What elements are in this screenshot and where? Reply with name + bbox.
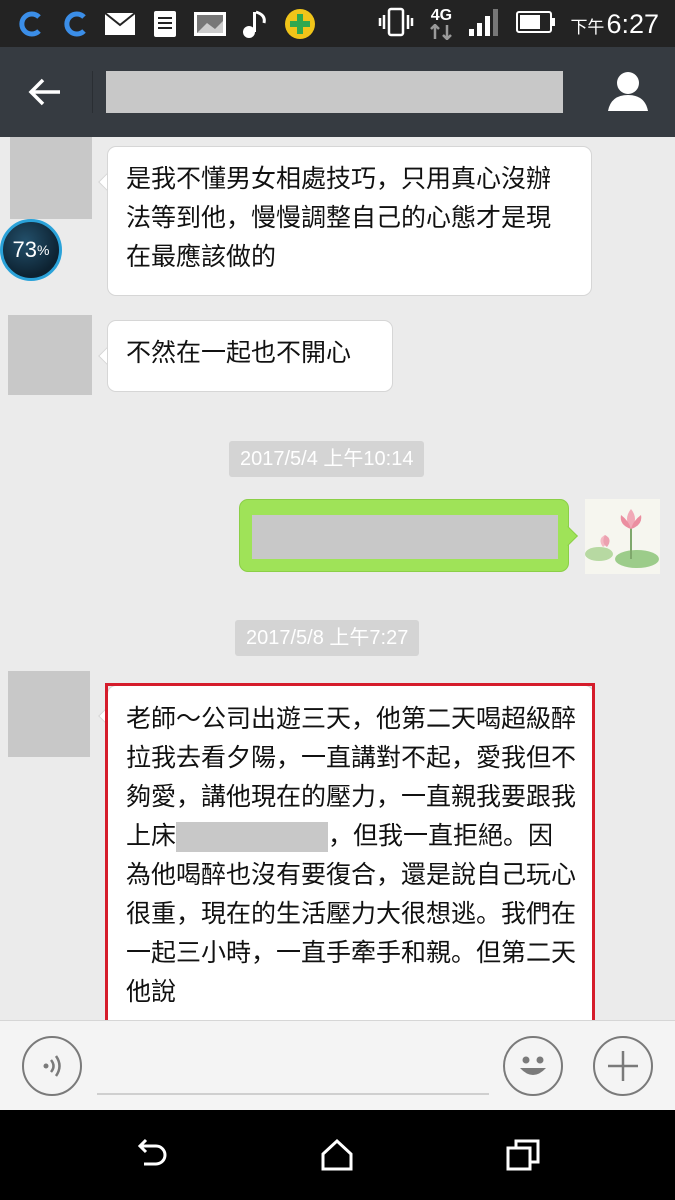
time-prefix: 下午 [570, 17, 605, 37]
vibrate-icon [378, 7, 414, 41]
title-bar [0, 47, 675, 137]
clock: 下午6:27 [570, 9, 659, 40]
document-icon [147, 8, 183, 40]
plus-button[interactable] [593, 1036, 653, 1096]
message-text: 是我不懂男女相處技巧，只用真心沒辦法等到他，慢慢調整自己的心態才是現在最應該做的 [126, 164, 552, 271]
recents-icon [506, 1139, 540, 1171]
title-divider [92, 71, 93, 113]
avatar[interactable] [8, 315, 92, 395]
message-text: 不然在一起也不開心 [126, 338, 352, 367]
mail-icon [102, 8, 138, 40]
message-text-redacted [252, 515, 558, 559]
voice-button[interactable] [22, 1036, 82, 1096]
avatar[interactable] [8, 671, 90, 757]
message-input[interactable] [97, 1041, 489, 1093]
network-type: 4G [430, 7, 453, 24]
signal-icon [468, 7, 502, 41]
home-icon [321, 1138, 353, 1171]
status-bar: 4G 下午6:27 [0, 0, 675, 47]
system-nav-bar [0, 1110, 675, 1200]
music-icon [237, 8, 273, 40]
back-button[interactable] [20, 69, 70, 115]
emoji-button[interactable] [503, 1036, 563, 1096]
person-icon [608, 72, 648, 111]
highlight-box [105, 683, 595, 1020]
avatar[interactable] [10, 137, 92, 219]
time: 6:27 [606, 8, 659, 39]
badge-unit: % [37, 242, 50, 258]
my-avatar[interactable] [585, 499, 660, 574]
page-title [106, 71, 563, 113]
profile-button[interactable] [603, 67, 653, 117]
nav-recents-button[interactable] [498, 1135, 548, 1175]
message-bubble[interactable]: 是我不懂男女相處技巧，只用真心沒辦法等到他，慢慢調整自己的心態才是現在最應該做的 [107, 146, 592, 296]
add-app-icon [282, 8, 318, 40]
timestamp: 2017/5/8 上午7:27 [235, 620, 420, 656]
sent-message-bubble[interactable] [239, 499, 569, 572]
plus-icon [608, 1051, 638, 1081]
back-icon [137, 1138, 167, 1166]
chat-area[interactable]: 73% 是我不懂男女相處技巧，只用真心沒辦法等到他，慢慢調整自己的心態才是現在最… [0, 137, 675, 1020]
input-underline [97, 1093, 489, 1095]
battery-icon [516, 11, 556, 37]
sync-icon [12, 8, 48, 40]
timestamp: 2017/5/4 上午10:14 [229, 441, 425, 477]
nav-back-button[interactable] [126, 1135, 176, 1175]
nav-home-button[interactable] [312, 1135, 362, 1175]
message-bubble[interactable]: 不然在一起也不開心 [107, 320, 393, 392]
lotus-flower-image [585, 509, 659, 568]
input-bar [0, 1020, 675, 1110]
4g-icon: 4G [428, 8, 454, 40]
sync-icon [57, 8, 93, 40]
badge-value: 73 [12, 237, 38, 262]
arrow-left-icon [28, 78, 60, 106]
progress-badge[interactable]: 73% [0, 219, 62, 281]
voice-icon [43, 1055, 61, 1077]
smiley-icon [520, 1056, 546, 1075]
image-icon [192, 8, 228, 40]
